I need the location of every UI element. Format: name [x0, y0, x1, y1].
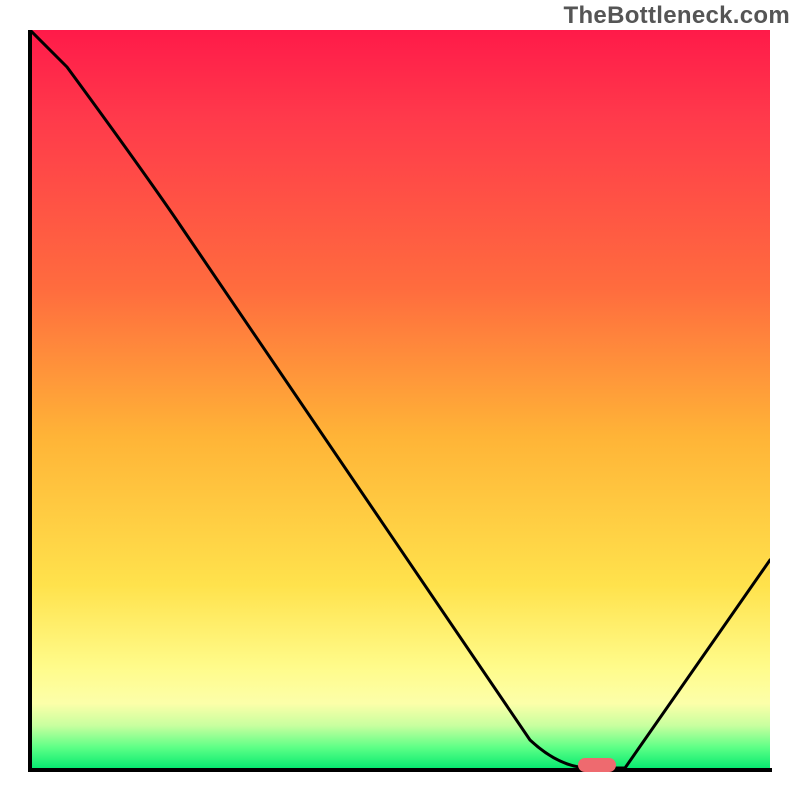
optimum-range-marker	[578, 758, 616, 772]
x-axis-line	[28, 768, 772, 772]
y-axis-line	[28, 30, 32, 772]
watermark-text: TheBottleneck.com	[564, 2, 790, 30]
plot-gradient-background	[30, 30, 770, 770]
bottleneck-chart: TheBottleneck.com	[0, 0, 800, 800]
